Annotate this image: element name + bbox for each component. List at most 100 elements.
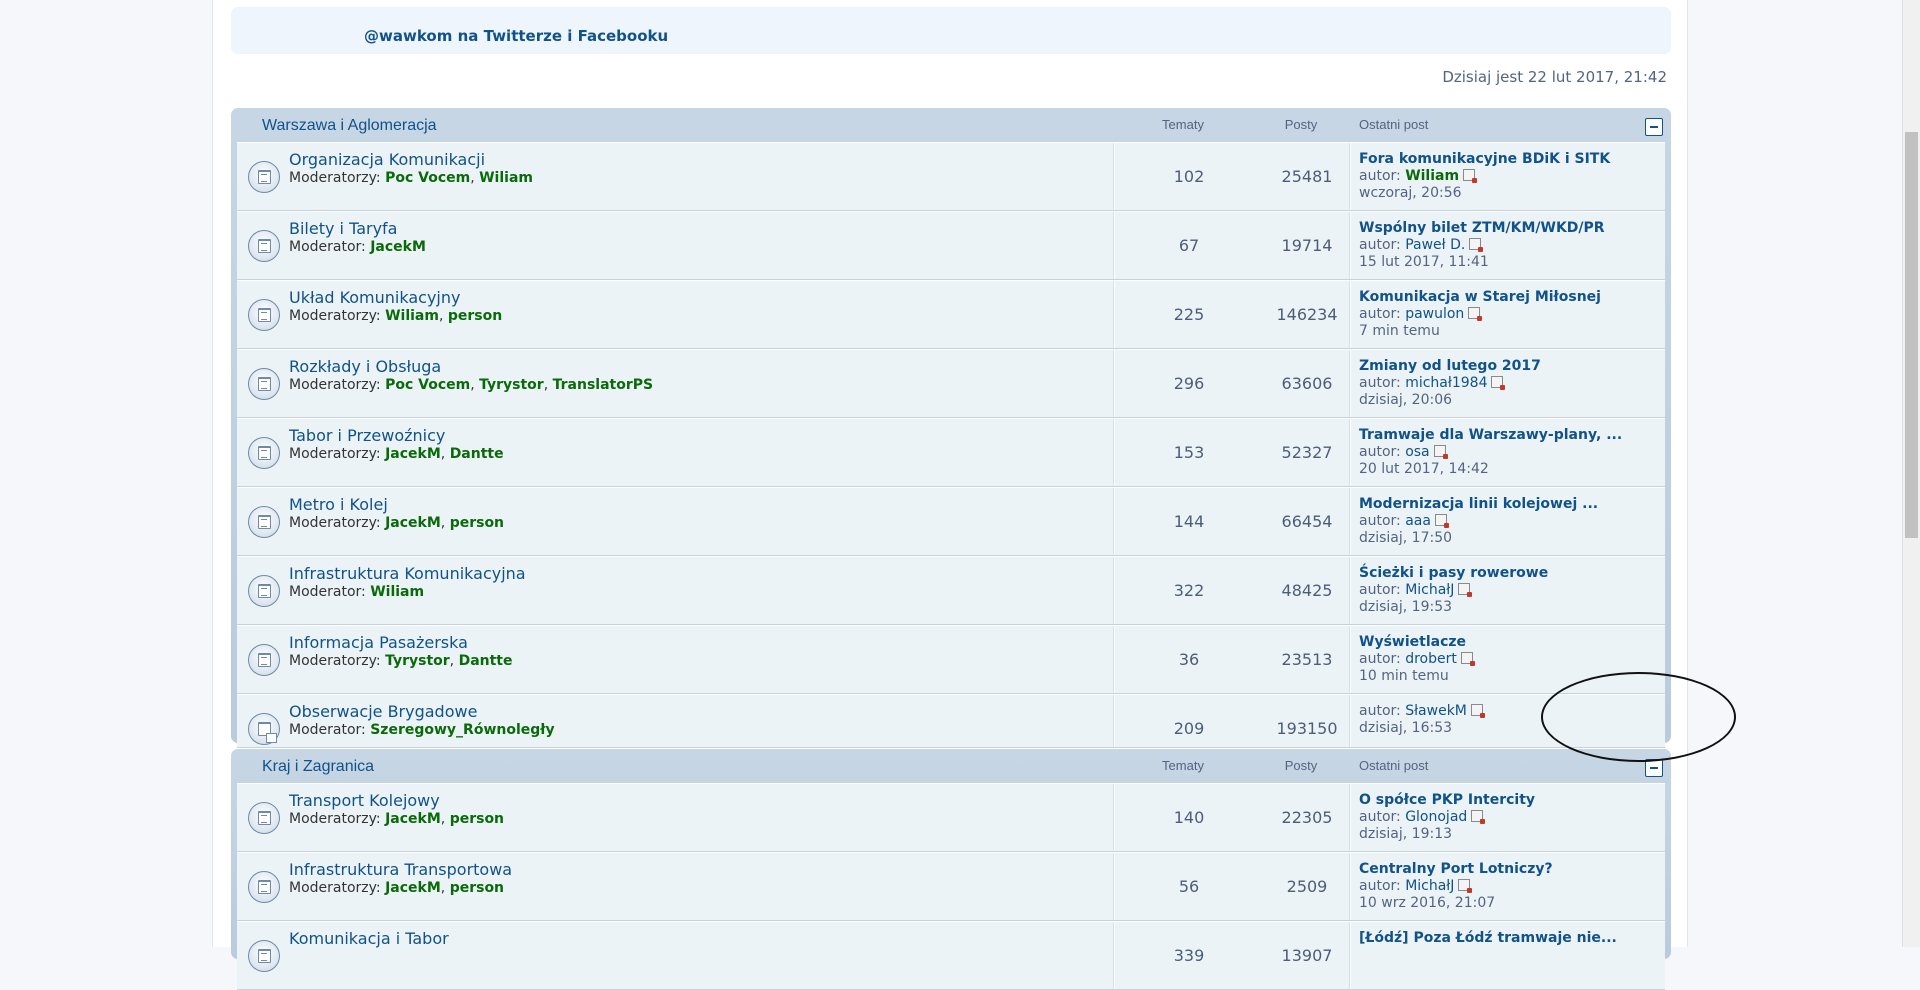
- view-latest-post-icon[interactable]: [1468, 307, 1483, 321]
- last-post-title[interactable]: Fora komunikacyjne BDiK i SITK: [1359, 151, 1610, 168]
- topics-count: 102: [1173, 167, 1205, 186]
- forum-moderators: Moderatorzy: Poc Vocem, Tyrystor, Transl…: [289, 377, 654, 393]
- last-post-time: 10 wrz 2016, 21:07: [1359, 895, 1496, 911]
- social-handle: @wawkom: [364, 27, 453, 45]
- author-link[interactable]: SławekM: [1405, 703, 1467, 719]
- moderator-link[interactable]: Dantte: [450, 446, 504, 462]
- view-latest-post-icon[interactable]: [1460, 652, 1475, 666]
- author-label: autor:: [1359, 703, 1401, 719]
- moderator-link[interactable]: Dantte: [459, 653, 513, 669]
- forum-title-link[interactable]: Tabor i Przewoźnicy: [289, 426, 445, 445]
- view-latest-post-icon[interactable]: [1470, 704, 1485, 718]
- forum-moderators: Moderatorzy: Tyrystor, Dantte: [289, 653, 513, 669]
- topics-count: 296: [1173, 374, 1205, 393]
- column-divider: [1113, 626, 1115, 693]
- column-divider: [1349, 281, 1351, 348]
- moderator-link[interactable]: JacekM: [370, 239, 426, 255]
- forum-title-link[interactable]: Bilety i Taryfa: [289, 219, 397, 238]
- twitter-link[interactable]: Twitterze: [484, 27, 562, 45]
- collapse-icon[interactable]: [1645, 118, 1663, 136]
- moderator-link[interactable]: person: [450, 515, 504, 531]
- column-divider: [1113, 695, 1115, 747]
- moderator-link[interactable]: Tyrystor: [385, 653, 450, 669]
- view-latest-post-icon[interactable]: [1433, 445, 1448, 459]
- moderator-link[interactable]: Wiliam: [385, 308, 439, 324]
- author-label: autor:: [1359, 237, 1401, 253]
- view-latest-post-icon[interactable]: [1491, 376, 1506, 390]
- last-post-title[interactable]: Zmiany od lutego 2017: [1359, 358, 1541, 375]
- view-latest-post-icon[interactable]: [1434, 514, 1449, 528]
- moderator-link[interactable]: JacekM: [385, 811, 441, 827]
- forum-title-link[interactable]: Rozkłady i Obsługa: [289, 357, 441, 376]
- forum-title-link[interactable]: Komunikacja i Tabor: [289, 929, 449, 948]
- forum-row: Bilety i Taryfa Moderator: JacekM 67 19714 W…: [237, 211, 1665, 280]
- author-link[interactable]: MichałJ: [1405, 582, 1454, 598]
- view-latest-post-icon[interactable]: [1463, 169, 1478, 183]
- forum-read-icon: [248, 871, 280, 903]
- author-link[interactable]: drobert: [1405, 651, 1457, 667]
- last-post-title[interactable]: O spółce PKP Intercity: [1359, 792, 1535, 809]
- view-latest-post-icon[interactable]: [1458, 583, 1473, 597]
- view-latest-post-icon[interactable]: [1469, 238, 1484, 252]
- moderator-link[interactable]: Szeregowy_Równoległy: [370, 722, 554, 738]
- moderator-link[interactable]: person: [450, 811, 504, 827]
- forum-title-link[interactable]: Układ Komunikacyjny: [289, 288, 460, 307]
- moderator-link[interactable]: Poc Vocem: [385, 377, 470, 393]
- scrollbar-thumb[interactable]: [1905, 132, 1918, 538]
- col-posts-header: Posty: [1284, 758, 1318, 773]
- last-post-title[interactable]: Centralny Port Lotniczy?: [1359, 861, 1553, 878]
- topics-count: 209: [1173, 719, 1205, 738]
- moderator-link[interactable]: TranslatorPS: [553, 377, 653, 393]
- vertical-scrollbar[interactable]: [1902, 0, 1920, 947]
- forum-title-link[interactable]: Informacja Pasażerska: [289, 633, 468, 652]
- forum-row: Transport Kolejowy Moderatorzy: JacekM, p…: [237, 783, 1665, 852]
- author-link[interactable]: MichałJ: [1405, 878, 1454, 894]
- posts-count: 193150: [1276, 719, 1338, 738]
- last-post-info: Fora komunikacyjne BDiK i SITK autor: Wil…: [1359, 151, 1610, 202]
- last-post-title[interactable]: Ścieżki i pasy rowerowe: [1359, 565, 1548, 582]
- view-latest-post-icon[interactable]: [1471, 810, 1486, 824]
- category-title[interactable]: Warszawa i Aglomeracja: [262, 117, 437, 135]
- author-link[interactable]: pawulon: [1405, 306, 1464, 322]
- forum-title-link[interactable]: Organizacja Komunikacji: [289, 150, 485, 169]
- author-link[interactable]: Glonojad: [1405, 809, 1467, 825]
- col-topics-header: Tematy: [1162, 758, 1204, 773]
- moderator-link[interactable]: person: [450, 880, 504, 896]
- moderator-link[interactable]: Wiliam: [370, 584, 424, 600]
- author-link[interactable]: Paweł D.: [1405, 237, 1465, 253]
- column-divider: [1113, 212, 1115, 279]
- moderator-link[interactable]: Poc Vocem: [385, 170, 470, 186]
- moderators-label: Moderator:: [289, 584, 366, 600]
- topics-count: 225: [1173, 305, 1205, 324]
- category-title[interactable]: Kraj i Zagranica: [262, 758, 374, 776]
- forum-title-link[interactable]: Metro i Kolej: [289, 495, 388, 514]
- last-post-title[interactable]: Komunikacja w Starej Miłosnej: [1359, 289, 1601, 306]
- social-link[interactable]: @wawkom na Twitterze i Facebooku: [364, 27, 668, 45]
- moderator-link[interactable]: JacekM: [385, 880, 441, 896]
- forum-title-link[interactable]: Obserwacje Brygadowe: [289, 702, 477, 721]
- forum-moderators: Moderatorzy: JacekM, person: [289, 880, 505, 896]
- moderator-link[interactable]: JacekM: [385, 515, 441, 531]
- view-latest-post-icon[interactable]: [1458, 879, 1473, 893]
- forum-title-link[interactable]: Transport Kolejowy: [289, 791, 440, 810]
- author-link[interactable]: michał1984: [1405, 375, 1487, 391]
- moderator-link[interactable]: Wiliam: [479, 170, 533, 186]
- moderator-link[interactable]: Tyrystor: [479, 377, 544, 393]
- moderator-link[interactable]: JacekM: [385, 446, 441, 462]
- last-post-title[interactable]: [Łódź] Poza Łódź tramwaje nie...: [1359, 930, 1617, 947]
- last-post-title[interactable]: Wspólny bilet ZTM/KM/WKD/PR: [1359, 220, 1605, 237]
- author-link[interactable]: aaa: [1405, 513, 1431, 529]
- moderator-link[interactable]: person: [448, 308, 502, 324]
- forum-read-icon: [248, 230, 280, 262]
- forum-read-icon: [248, 368, 280, 400]
- last-post-title[interactable]: Modernizacja linii kolejowej ...: [1359, 496, 1598, 513]
- collapse-icon[interactable]: [1645, 759, 1663, 777]
- author-label: autor:: [1359, 513, 1401, 529]
- last-post-title[interactable]: Wyświetlacze: [1359, 634, 1473, 651]
- facebook-link[interactable]: Facebooku: [578, 27, 669, 45]
- last-post-title[interactable]: Tramwaje dla Warszawy-plany, ...: [1359, 427, 1622, 444]
- forum-title-link[interactable]: Infrastruktura Transportowa: [289, 860, 512, 879]
- author-link[interactable]: Wiliam: [1405, 168, 1459, 184]
- forum-title-link[interactable]: Infrastruktura Komunikacyjna: [289, 564, 526, 583]
- author-link[interactable]: osa: [1405, 444, 1429, 460]
